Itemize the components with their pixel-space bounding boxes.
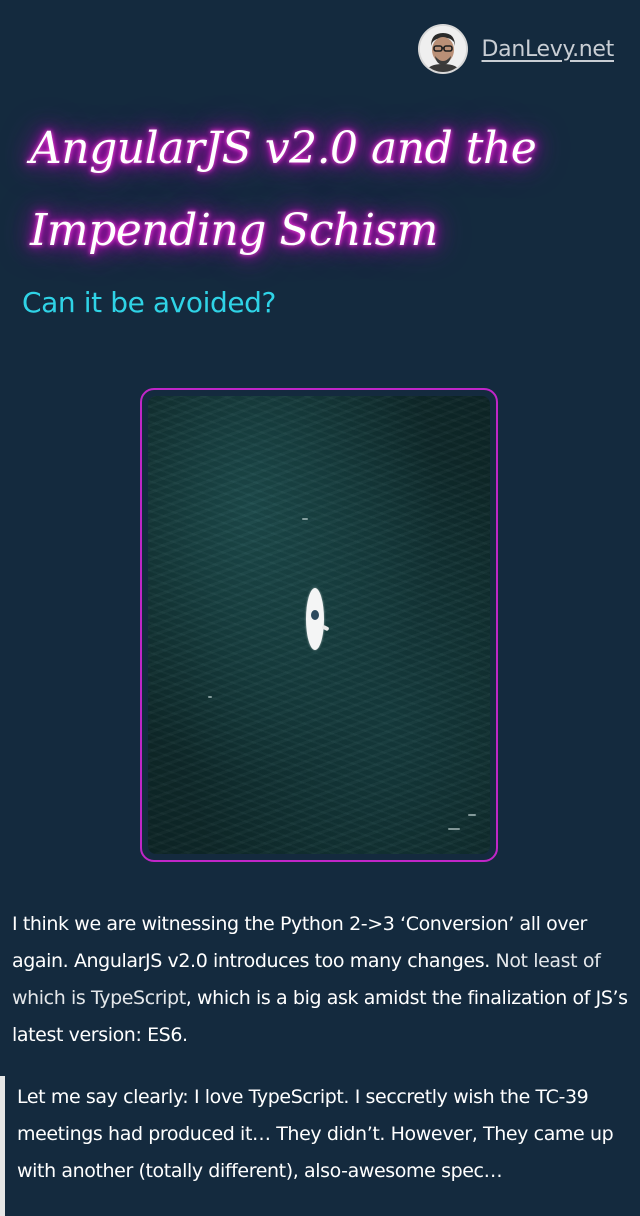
article-subtitle: Can it be avoided?	[22, 286, 276, 319]
whitecap	[468, 814, 476, 816]
whitecap	[302, 518, 308, 520]
avatar[interactable]	[419, 26, 466, 72]
quote-text: Let me say clearly: I love TypeScript. I…	[17, 1086, 614, 1182]
blockquote: Let me say clearly: I love TypeScript. I…	[0, 1076, 630, 1216]
hero-image-frame	[140, 388, 498, 862]
intro-paragraph: I think we are witnessing the Python 2->…	[12, 906, 630, 1054]
site-header: DanLevy.net	[419, 26, 615, 72]
site-home-link[interactable]: DanLevy.net	[482, 37, 615, 62]
whitecap	[208, 696, 212, 698]
avatar-photo-icon	[419, 26, 466, 72]
paddleboard-icon	[306, 588, 324, 650]
article-title: AngularJS v2.0 and the Impending Schism	[30, 123, 537, 256]
hero-image	[148, 396, 490, 854]
whitecap	[448, 828, 460, 830]
